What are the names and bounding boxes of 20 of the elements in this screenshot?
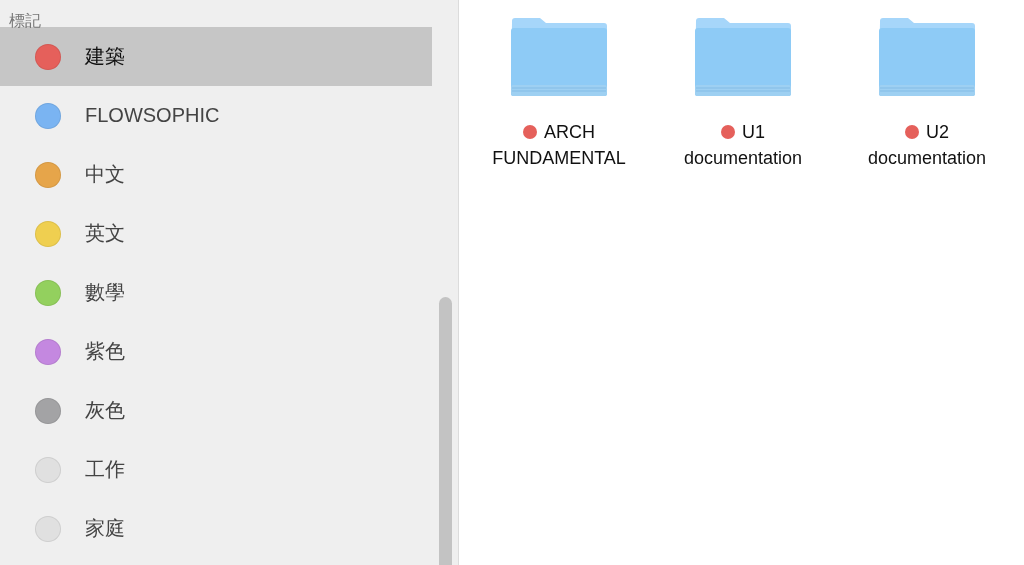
folder-name[interactable]: documentation (683, 145, 803, 171)
tag-item[interactable]: 建築 (0, 27, 432, 86)
section-heading: 標記 (8, 11, 42, 27)
folder-name[interactable]: U2 (926, 119, 949, 145)
tag-item[interactable]: FLOWSOPHIC (0, 86, 432, 145)
tag-item[interactable]: 英文 (0, 204, 432, 263)
folder-name[interactable]: U1 (742, 119, 765, 145)
tag-item[interactable]: 家庭 (0, 499, 432, 558)
folder-name[interactable]: FUNDAMENTAL (492, 145, 626, 171)
folder-name[interactable]: documentation (867, 145, 987, 171)
tag-item[interactable]: 灰色 (0, 381, 432, 440)
folder-icon[interactable] (510, 17, 608, 97)
folder-icon[interactable] (878, 17, 976, 97)
tag-item[interactable]: 工作 (0, 440, 432, 499)
scrollbar[interactable] (439, 297, 452, 565)
folder-icon[interactable] (694, 17, 792, 97)
tag-item[interactable]: 中文 (0, 145, 432, 204)
folder-name[interactable]: ARCH (544, 119, 595, 145)
tag-item[interactable]: 數學 (0, 263, 432, 322)
tag-item[interactable]: 紫色 (0, 322, 432, 381)
